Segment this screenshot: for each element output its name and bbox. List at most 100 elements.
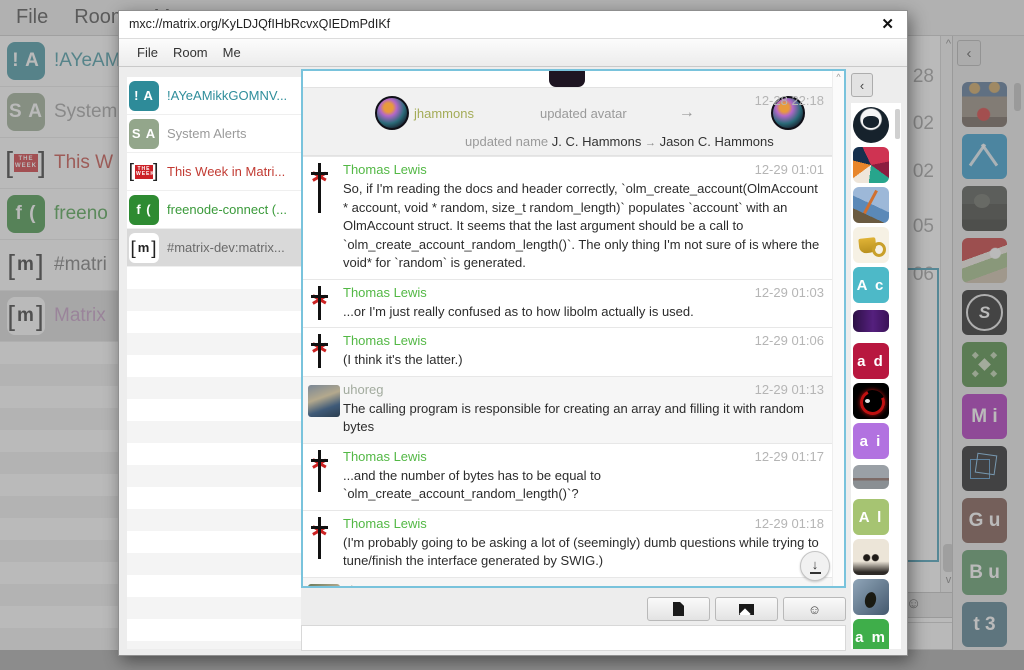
matrix-logo-avatar: m bbox=[129, 233, 159, 263]
message-row: 12-29 01:18 Thomas Lewis (I'm probably g… bbox=[303, 510, 832, 577]
message-author: Thomas Lewis bbox=[343, 333, 427, 348]
message-input[interactable] bbox=[301, 625, 846, 651]
screaming-face-avatar[interactable] bbox=[853, 579, 889, 615]
message-author: Thomas Lewis bbox=[343, 285, 427, 300]
emoji-icon: ☺ bbox=[808, 602, 821, 617]
old-display-name: J. C. Hammons bbox=[552, 134, 642, 149]
collapse-members-button[interactable]: ‹ bbox=[851, 73, 873, 97]
message-timestamp: 12-29 01:17 bbox=[755, 449, 824, 464]
clipped-avatar bbox=[549, 69, 585, 87]
chevron-left-icon: ‹ bbox=[860, 78, 864, 93]
coffee-mug-avatar[interactable] bbox=[853, 227, 889, 263]
member-scrollbar-thumb[interactable] bbox=[895, 109, 900, 139]
letter-avatar[interactable]: A l bbox=[853, 499, 889, 535]
modal-body: ! A !AYeAMikkGOMNV... S A System Alerts … bbox=[119, 67, 907, 655]
state-event-row: 12-28 22:18 jhammons updated avatar → up… bbox=[303, 87, 832, 156]
modal-chat-column: 12-28 22:18 jhammons updated avatar → up… bbox=[301, 67, 846, 655]
puppy-photo-avatar[interactable] bbox=[853, 539, 889, 575]
room-label: #matrix-dev:matrix... bbox=[167, 240, 285, 255]
room-list-empty-rows bbox=[127, 267, 301, 649]
github-octocat-avatar[interactable] bbox=[853, 107, 889, 143]
message-text: ...or I'm just really confused as to how… bbox=[343, 303, 824, 322]
menu-file[interactable]: File bbox=[137, 45, 158, 60]
message-row: 12-29 01:03 Thomas Lewis ...or I'm just … bbox=[303, 279, 832, 328]
scroll-up-icon[interactable]: ^ bbox=[833, 72, 844, 82]
emoji-button[interactable]: ☺ bbox=[783, 597, 846, 621]
cross-avatar bbox=[315, 286, 335, 320]
room-item[interactable]: THE WEEK This Week in Matri... bbox=[127, 153, 301, 191]
letter-avatar[interactable]: a d bbox=[853, 343, 889, 379]
message-timestamp: 12-29 01:01 bbox=[755, 162, 824, 177]
state-action: updated avatar bbox=[540, 106, 627, 121]
message-text: So, if I'm reading the docs and header c… bbox=[343, 180, 824, 273]
this-week-in-matrix-avatar: THE WEEK bbox=[129, 157, 159, 187]
message-author: Thomas Lewis bbox=[343, 516, 427, 531]
cross-avatar bbox=[315, 163, 335, 215]
message-row: 12-29 01:17 Thomas Lewis ...and the numb… bbox=[303, 443, 832, 510]
gray-landscape-avatar[interactable] bbox=[853, 465, 889, 489]
modal-member-panel: ‹ A c a d a i A l bbox=[847, 67, 907, 655]
window-title: mxc://matrix.org/KyLDJQfIHbRcvxQIEDmPdIK… bbox=[129, 17, 390, 31]
message-timestamp: 12-28 22:18 bbox=[755, 93, 824, 108]
close-icon[interactable]: ✕ bbox=[881, 15, 894, 33]
message-row: 12-29 01:01 Thomas Lewis So, if I'm read… bbox=[303, 156, 832, 279]
message-text: ...and the number of bytes has to be equ… bbox=[343, 467, 824, 504]
menu-me[interactable]: Me bbox=[223, 45, 241, 60]
diamond-pattern-avatar[interactable] bbox=[853, 147, 889, 183]
room-avatar: ! A bbox=[129, 81, 159, 111]
message-timestamp: 12-29 01: bbox=[769, 583, 824, 589]
member-list: A c a d a i A l a m bbox=[853, 107, 889, 649]
room-label: freenode-connect (... bbox=[167, 202, 287, 217]
arrow-right-icon: → bbox=[645, 137, 656, 149]
message-author: Thomas Lewis bbox=[343, 449, 427, 464]
hang-glider-photo-avatar[interactable] bbox=[853, 187, 889, 223]
window-titlebar[interactable]: mxc://matrix.org/KyLDJQfIHbRcvxQIEDmPdIK… bbox=[119, 11, 907, 39]
message-author: uhoreg bbox=[343, 382, 383, 397]
jump-to-bottom-button[interactable]: ↓ bbox=[800, 551, 830, 581]
down-arrow-icon: ↓ bbox=[812, 559, 819, 571]
attach-file-button[interactable] bbox=[647, 597, 710, 621]
screen: File Room Me ! A !AYeAM S A System THE W… bbox=[0, 0, 1024, 670]
uhoreg-avatar bbox=[308, 385, 340, 417]
demon-avatar[interactable] bbox=[853, 383, 889, 419]
uhoreg-avatar bbox=[308, 584, 340, 589]
message-row: 12-29 01:13 uhoreg The calling program i… bbox=[303, 376, 832, 443]
room-avatar: f ( bbox=[129, 195, 159, 225]
arrow-right-icon: → bbox=[679, 104, 695, 122]
message-row-clipped: 12-29 01: uhoreg bbox=[303, 577, 832, 589]
down-arrow-bar bbox=[810, 572, 821, 574]
room-avatar: S A bbox=[129, 119, 159, 149]
timeline-scrollbar[interactable]: ^ bbox=[832, 71, 844, 586]
room-label: This Week in Matri... bbox=[167, 164, 285, 179]
modal-menubar: File Room Me bbox=[119, 39, 907, 67]
room-item-selected[interactable]: m #matrix-dev:matrix... bbox=[127, 229, 301, 267]
message-timestamp: 12-29 01:03 bbox=[755, 285, 824, 300]
message-timestamp: 12-29 01:06 bbox=[755, 333, 824, 348]
cross-avatar bbox=[315, 450, 335, 492]
composer-toolbar: ☺ bbox=[301, 595, 846, 623]
menu-room[interactable]: Room bbox=[173, 45, 208, 60]
modal-room-list: ! A !AYeAMikkGOMNV... S A System Alerts … bbox=[127, 77, 301, 649]
letter-avatar[interactable]: A c bbox=[853, 267, 889, 303]
state-action2: updated name bbox=[465, 134, 548, 149]
purple-banner-avatar[interactable] bbox=[853, 310, 889, 332]
message-text: (I think it's the latter.) bbox=[343, 351, 824, 370]
letter-avatar[interactable]: a m bbox=[853, 619, 889, 649]
message-timeline[interactable]: 12-28 22:18 jhammons updated avatar → up… bbox=[301, 69, 846, 588]
message-timestamp: 12-29 01:18 bbox=[755, 516, 824, 531]
message-author: jhammons bbox=[414, 106, 474, 121]
message-text: The calling program is responsible for c… bbox=[343, 400, 824, 437]
room-item[interactable]: S A System Alerts bbox=[127, 115, 301, 153]
message-timestamp: 12-29 01:13 bbox=[755, 382, 824, 397]
jhammons-avatar bbox=[375, 96, 409, 130]
room-label: !AYeAMikkGOMNV... bbox=[167, 88, 287, 103]
message-row: 12-29 01:06 Thomas Lewis (I think it's t… bbox=[303, 327, 832, 376]
attach-image-button[interactable] bbox=[715, 597, 778, 621]
member-list-panel: A c a d a i A l a m bbox=[851, 103, 901, 649]
room-item[interactable]: f ( freenode-connect (... bbox=[127, 191, 301, 229]
room-item[interactable]: ! A !AYeAMikkGOMNV... bbox=[127, 77, 301, 115]
media-viewer-window: mxc://matrix.org/KyLDJQfIHbRcvxQIEDmPdIK… bbox=[118, 10, 908, 656]
file-icon bbox=[673, 602, 684, 616]
letter-avatar[interactable]: a i bbox=[853, 423, 889, 459]
message-author: uhoreg bbox=[343, 583, 383, 589]
